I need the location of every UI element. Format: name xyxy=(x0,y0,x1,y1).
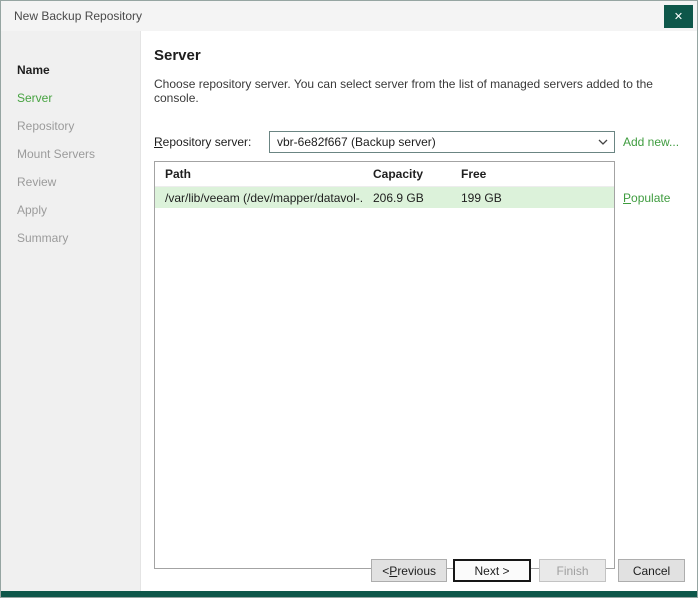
new-backup-repository-dialog: New Backup Repository ✕ Name Server Repo… xyxy=(0,0,698,598)
window-title: New Backup Repository xyxy=(14,9,142,23)
repository-server-value: vbr-6e82f667 (Backup server) xyxy=(277,135,596,149)
repository-server-label: Repository server: xyxy=(154,135,269,149)
populate-link[interactable]: Populate xyxy=(623,191,685,205)
finish-button: Finish xyxy=(539,559,606,582)
table-header: Path Capacity Free xyxy=(155,162,614,187)
titlebar: New Backup Repository xyxy=(1,1,697,31)
sidebar-item-mount-servers: Mount Servers xyxy=(1,140,140,168)
content-grid: Repository server: vbr-6e82f667 (Backup … xyxy=(154,131,685,569)
sidebar-item-repository: Repository xyxy=(1,112,140,140)
column-header-free[interactable]: Free xyxy=(451,162,614,187)
sidebar-item-summary: Summary xyxy=(1,224,140,252)
wizard-steps-sidebar: Name Server Repository Mount Servers Rev… xyxy=(1,31,141,593)
cancel-button[interactable]: Cancel xyxy=(618,559,685,582)
previous-button[interactable]: < Previous xyxy=(371,559,447,582)
cell-capacity: 206.9 GB xyxy=(363,187,451,208)
sidebar-item-apply: Apply xyxy=(1,196,140,224)
page-description: Choose repository server. You can select… xyxy=(154,77,685,105)
bottom-accent-bar xyxy=(1,591,697,597)
repository-server-row: Repository server: vbr-6e82f667 (Backup … xyxy=(154,131,615,153)
chevron-down-icon[interactable] xyxy=(596,139,610,145)
cell-free: 199 GB xyxy=(451,187,614,208)
wizard-footer: < Previous Next > Finish Cancel xyxy=(371,559,685,582)
sidebar-item-server: Server xyxy=(1,84,140,112)
close-icon[interactable]: ✕ xyxy=(664,5,693,28)
main-panel: Server Choose repository server. You can… xyxy=(141,31,697,593)
add-new-link[interactable]: Add new... xyxy=(623,135,685,149)
table-row[interactable]: /var/lib/veeam (/dev/mapper/datavol-... … xyxy=(155,187,614,208)
dialog-body: Name Server Repository Mount Servers Rev… xyxy=(1,31,697,593)
column-header-path[interactable]: Path xyxy=(155,162,363,187)
table-side-rail: Populate xyxy=(623,161,685,569)
sidebar-item-review: Review xyxy=(1,168,140,196)
repository-paths-table: Path Capacity Free /var/lib/veeam (/dev/… xyxy=(154,161,615,569)
column-header-capacity[interactable]: Capacity xyxy=(363,162,451,187)
page-title: Server xyxy=(154,48,685,64)
cell-path: /var/lib/veeam (/dev/mapper/datavol-... xyxy=(155,187,363,208)
next-button[interactable]: Next > xyxy=(453,559,531,582)
repository-server-select[interactable]: vbr-6e82f667 (Backup server) xyxy=(269,131,615,153)
sidebar-item-name: Name xyxy=(1,56,140,84)
